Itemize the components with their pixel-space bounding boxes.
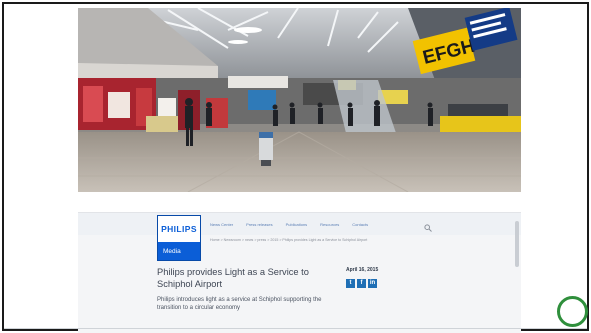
facebook-icon[interactable]: f xyxy=(357,279,366,288)
logo-section: Media xyxy=(163,248,181,255)
airport-terminal-photo: EFGH xyxy=(78,8,521,192)
philips-webpage-screenshot: PHILIPS Media News Center Press releases… xyxy=(78,212,521,333)
article-subtitle: Philips introduces light as a service at… xyxy=(157,297,322,311)
nav-item-contacts[interactable]: Contacts xyxy=(352,222,368,227)
brand-ring-logo xyxy=(557,296,588,327)
search-icon[interactable] xyxy=(424,219,432,232)
linkedin-icon[interactable]: in xyxy=(368,279,377,288)
logo-brand: PHILIPS xyxy=(158,216,200,242)
twitter-icon[interactable]: t xyxy=(346,279,355,288)
nav-item-news-center[interactable]: News Center xyxy=(210,222,233,227)
footer-divider xyxy=(4,328,587,329)
philips-media-logo[interactable]: PHILIPS Media xyxy=(157,215,201,261)
article-title: Philips provides Light as a Service to S… xyxy=(157,267,309,289)
social-share-icons: t f in xyxy=(346,279,377,288)
article-date: April 16, 2015 xyxy=(346,267,379,273)
nav-item-resources[interactable]: Resources xyxy=(320,222,339,227)
scrollbar[interactable] xyxy=(515,221,519,267)
nav-item-press-releases[interactable]: Press releases xyxy=(246,222,272,227)
nav-item-publications[interactable]: Publications xyxy=(286,222,308,227)
breadcrumb[interactable]: Home > Newsroom > news > press > 2015 > … xyxy=(210,238,367,242)
nav-links: News Center Press releases Publications … xyxy=(210,222,368,227)
